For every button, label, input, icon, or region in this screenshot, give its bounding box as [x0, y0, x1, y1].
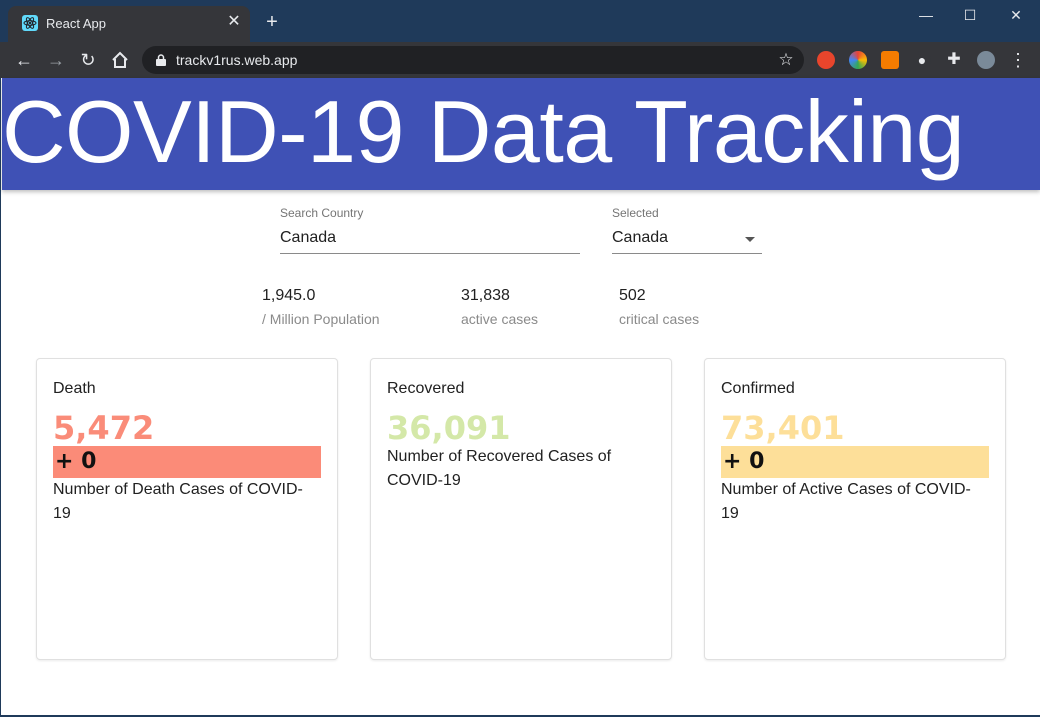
maximize-icon[interactable]: ☐	[958, 6, 982, 24]
confirmed-description: Number of Active Cases of COVID-19	[721, 481, 971, 522]
address-bar[interactable]: trackv1rus.web.app ☆	[142, 46, 804, 74]
app-header: COVID-19 Data Tracking	[2, 78, 1040, 190]
death-card: Death 5,472 + 0 Number of Death Cases of…	[36, 358, 338, 660]
close-window-icon[interactable]: ✕	[1004, 6, 1028, 24]
stat-critical-label: critical cases	[619, 311, 700, 327]
react-logo-icon	[22, 15, 38, 31]
confirmed-count: 73,401	[721, 409, 845, 447]
browser-menu-icon[interactable]: ⋮	[1008, 50, 1028, 70]
selected-country-select[interactable]: Canada	[612, 229, 668, 247]
minimize-icon[interactable]: —	[914, 6, 938, 24]
stat-active-value: 31,838	[461, 287, 510, 304]
close-tab-icon[interactable]: ✕	[226, 14, 242, 30]
death-card-title: Death	[53, 380, 96, 397]
stat-per-million-value: 1,945.0	[262, 287, 316, 304]
home-icon[interactable]	[110, 50, 130, 70]
url-text: trackv1rus.web.app	[176, 52, 298, 68]
search-country-input[interactable]: Canada	[280, 229, 336, 247]
recovered-description: Number of Recovered Cases of COVID-19	[387, 448, 612, 489]
confirmed-card-title: Confirmed	[721, 380, 795, 397]
page-title: COVID-19 Data Tracking	[2, 82, 965, 181]
back-icon[interactable]: ←	[14, 50, 34, 70]
death-delta: + 0	[55, 449, 97, 474]
death-count: 5,472	[53, 409, 155, 447]
chevron-down-icon[interactable]	[745, 237, 755, 242]
lock-icon	[156, 54, 166, 66]
stat-per-million-label: / Million Population	[262, 311, 380, 327]
extension-color-icon[interactable]	[849, 51, 867, 69]
confirmed-delta: + 0	[723, 449, 765, 474]
extension-shopping-icon[interactable]	[881, 51, 899, 69]
extension-gorilla-icon[interactable]: ●	[913, 51, 931, 69]
death-delta-bar: + 0	[53, 446, 321, 478]
window-border-left	[0, 78, 1, 717]
death-description: Number of Death Cases of COVID-19	[53, 481, 303, 522]
browser-toolbar: ← → ↻ trackv1rus.web.app ☆ ● ✚ ⋮	[0, 42, 1040, 78]
bookmark-star-icon[interactable]: ☆	[776, 50, 796, 70]
stat-active-label: active cases	[461, 311, 539, 327]
extension-infinity-icon[interactable]	[817, 51, 835, 69]
search-country-label: Search Country	[280, 206, 364, 220]
confirmed-delta-bar: + 0	[721, 446, 989, 478]
forward-icon[interactable]: →	[46, 50, 66, 70]
recovered-card-title: Recovered	[387, 380, 465, 397]
extensions-puzzle-icon[interactable]: ✚	[945, 51, 963, 69]
selected-label: Selected	[612, 206, 659, 220]
search-underline	[280, 253, 580, 254]
new-tab-icon[interactable]: +	[262, 12, 282, 32]
stat-critical-value: 502	[619, 287, 646, 304]
browser-tab-strip: React App ✕ + — ☐ ✕	[0, 0, 1040, 42]
profile-avatar-icon[interactable]	[977, 51, 995, 69]
confirmed-card: Confirmed 73,401 + 0 Number of Active Ca…	[704, 358, 1006, 660]
browser-tab[interactable]: React App ✕	[8, 6, 250, 42]
tab-title: React App	[46, 16, 106, 31]
reload-icon[interactable]: ↻	[78, 50, 98, 70]
recovered-card: Recovered 36,091 Number of Recovered Cas…	[370, 358, 672, 660]
recovered-count: 36,091	[387, 409, 511, 447]
select-underline	[612, 253, 762, 254]
